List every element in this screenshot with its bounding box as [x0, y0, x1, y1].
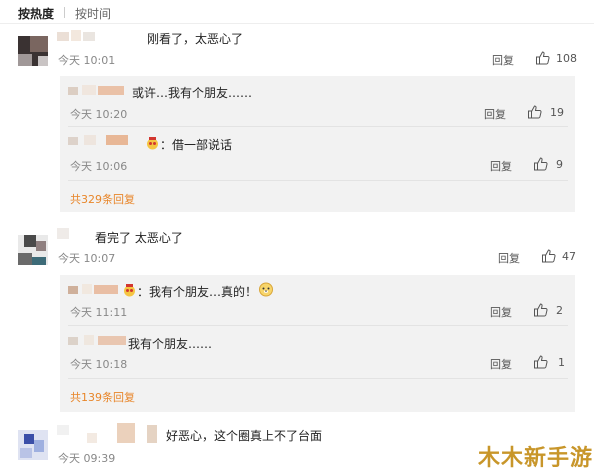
like-count: 19 [550, 106, 564, 119]
reply-divider [68, 378, 568, 379]
reply-button[interactable]: 回复 [490, 158, 512, 174]
reply-text: ：我有个朋友…真的！ [137, 285, 258, 299]
like-count: 108 [556, 52, 577, 65]
reply-divider [68, 325, 568, 326]
comment-time: 今天 10:07 [58, 252, 116, 265]
comment-text: 刚看了，太恶心了 [147, 32, 244, 46]
username-blurred[interactable] [68, 335, 128, 347]
sort-by-time-tab[interactable]: 按时间 [75, 5, 111, 22]
reply-button[interactable]: 回复 [498, 250, 520, 266]
reply-time: 今天 10:18 [70, 358, 128, 371]
avatar[interactable] [18, 430, 48, 460]
avatar[interactable] [18, 235, 48, 265]
like-count: 47 [562, 250, 576, 263]
username-blurred[interactable] [68, 284, 120, 296]
sort-by-hot-tab[interactable]: 按热度 [18, 5, 54, 22]
thumbs-up-icon[interactable] [541, 249, 557, 263]
like-count: 2 [556, 304, 563, 317]
username-blurred[interactable] [68, 85, 126, 97]
thumbs-up-icon[interactable] [535, 51, 551, 65]
avatar[interactable] [18, 36, 48, 66]
reply-text: 我有个朋友…… [128, 337, 213, 351]
emoji-icon [147, 137, 158, 150]
thumbs-up-icon[interactable] [533, 355, 549, 369]
watermark: 木木新手游 [478, 446, 594, 471]
reply-divider [68, 180, 568, 181]
like-count: 1 [558, 356, 565, 369]
header-divider [0, 23, 594, 24]
like-count: 9 [556, 158, 563, 171]
sort-divider [64, 7, 65, 18]
username-blurred[interactable] [57, 228, 73, 240]
thumbs-up-icon[interactable] [533, 303, 549, 317]
dog-emoji-icon [259, 282, 273, 297]
view-more-replies-link[interactable]: 共139条回复 [70, 389, 135, 405]
thumbs-up-icon[interactable] [527, 105, 543, 119]
sort-bar: 按热度 按时间 [0, 0, 594, 24]
username-blurred[interactable] [57, 423, 159, 445]
reply-button[interactable]: 回复 [490, 304, 512, 320]
thumbs-up-icon[interactable] [533, 157, 549, 171]
username-blurred[interactable] [68, 135, 140, 147]
reply-time: 今天 11:11 [70, 306, 128, 319]
reply-time: 今天 10:06 [70, 160, 128, 173]
comment-time: 今天 10:01 [58, 54, 116, 67]
reply-button[interactable]: 回复 [484, 106, 506, 122]
reply-divider [68, 126, 568, 127]
reply-button[interactable]: 回复 [492, 52, 514, 68]
username-blurred[interactable] [57, 30, 97, 42]
reply-button[interactable]: 回复 [490, 356, 512, 372]
reply-text: 或许…我有个朋友…… [132, 86, 253, 100]
comment-text: 看完了 太恶心了 [95, 231, 183, 245]
reply-time: 今天 10:20 [70, 108, 128, 121]
emoji-icon [124, 284, 135, 297]
reply-text: ：借一部说话 [160, 138, 233, 152]
comment-time: 今天 09:39 [58, 452, 116, 465]
comment-text: 好恶心，这个圈真上不了台面 [166, 429, 323, 443]
view-more-replies-link[interactable]: 共329条回复 [70, 191, 135, 207]
